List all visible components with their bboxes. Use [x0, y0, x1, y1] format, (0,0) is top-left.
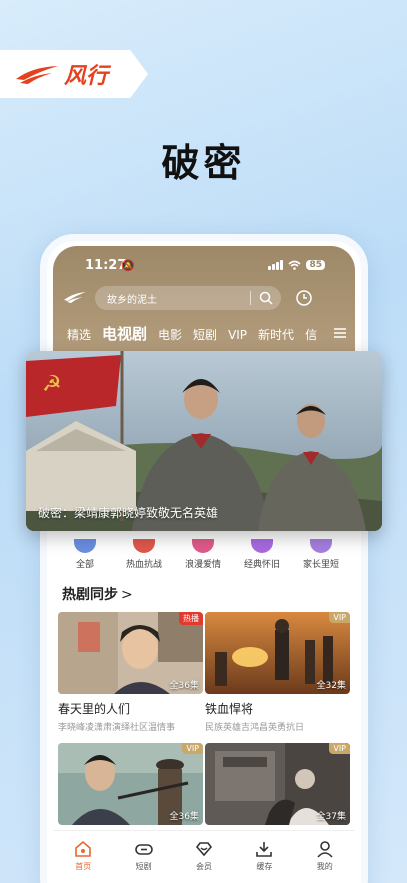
- category-family[interactable]: 家长里短: [291, 539, 351, 570]
- category-classic[interactable]: 经典怀旧: [232, 539, 292, 570]
- tab-vip[interactable]: VIP: [228, 328, 247, 342]
- header-area: 11:27 🔕 85 故乡的泥土 精选 电视剧 电影 短剧 VIP 新时代 信: [53, 246, 355, 356]
- section-title-trending[interactable]: 热剧同步 >: [62, 584, 133, 604]
- page-headline: 破密: [161, 141, 246, 185]
- episode-count: 全37集: [316, 812, 346, 822]
- download-icon: [256, 842, 273, 857]
- vip-badge: VIP: [182, 743, 203, 754]
- nav-home[interactable]: 首页: [58, 831, 108, 883]
- search-icon[interactable]: [258, 290, 274, 306]
- nav-label: 短剧: [135, 862, 152, 871]
- category-romance[interactable]: 浪漫爱情: [173, 539, 233, 570]
- drama-subtitle: 李晓峰凌潇肃演绎社区温情事: [58, 723, 176, 733]
- drama-thumbnail: VIP 全32集: [205, 612, 350, 694]
- tab-new-era[interactable]: 新时代: [258, 326, 294, 343]
- category-label: 浪漫爱情: [184, 560, 221, 570]
- mute-bell-icon: 🔕: [121, 259, 135, 272]
- hero-banner-caption: 破密：梁靖康郭晓婷致敬无名英雄: [38, 506, 219, 520]
- search-query: 故乡的泥土: [107, 295, 157, 306]
- episode-count: 全32集: [316, 681, 346, 691]
- nav-label: 首页: [75, 862, 92, 871]
- menu-icon[interactable]: [333, 327, 347, 339]
- drama-card[interactable]: 热播 全36集 春天里的人们 李晓峰凌潇肃演绎社区温情事: [58, 612, 203, 733]
- section-title-text: 热剧同步: [62, 587, 118, 603]
- tab-movies[interactable]: 电影: [158, 326, 182, 343]
- episode-count: 全36集: [169, 812, 199, 822]
- search-divider: [250, 291, 251, 305]
- status-icons: 85: [268, 260, 325, 270]
- bottom-navigation: 首页 短剧 会员 缓存 我的: [53, 830, 355, 883]
- brand-logo-icon: [16, 66, 58, 84]
- history-icon[interactable]: [295, 289, 313, 307]
- channel-tabs: 精选 电视剧 电影 短剧 VIP 新时代 信: [67, 323, 317, 345]
- nav-label: 缓存: [256, 862, 273, 871]
- category-row: 全部 热血抗战 浪漫爱情 经典怀旧 家长里短: [53, 539, 355, 573]
- tab-partial[interactable]: 信: [305, 326, 317, 343]
- svg-text:☭: ☭: [42, 372, 62, 397]
- tab-tv-series[interactable]: 电视剧: [102, 323, 147, 344]
- app-logo-icon[interactable]: [63, 291, 87, 303]
- vip-badge: VIP: [329, 743, 350, 754]
- brand-tab: 风行: [0, 50, 148, 98]
- episode-count: 全36集: [169, 681, 199, 691]
- hot-badge: 热播: [179, 612, 203, 625]
- drama-thumbnail: 热播 全36集: [58, 612, 203, 694]
- drama-card[interactable]: VIP 全32集 铁血悍将 民族英雄吉鸿昌英勇抗日: [205, 612, 350, 733]
- battery-level: 85: [306, 260, 325, 270]
- signal-icon: [268, 260, 284, 270]
- category-classic-icon: [251, 539, 273, 553]
- link-icon: [134, 844, 153, 855]
- nav-downloads[interactable]: 缓存: [239, 831, 289, 883]
- drama-thumbnail: VIP 全36集: [58, 743, 203, 825]
- category-label: 家长里短: [302, 560, 339, 570]
- wifi-icon: [288, 260, 302, 270]
- tab-featured[interactable]: 精选: [67, 326, 91, 343]
- nav-label: 会员: [195, 862, 212, 871]
- category-label: 经典怀旧: [243, 560, 280, 570]
- nav-membership[interactable]: 会员: [179, 831, 229, 883]
- diamond-icon: [195, 842, 212, 857]
- vip-badge: VIP: [329, 612, 350, 623]
- search-input[interactable]: 故乡的泥土: [95, 286, 281, 310]
- chevron-right-icon: >: [121, 587, 133, 603]
- drama-card[interactable]: VIP 全37集: [205, 743, 350, 825]
- home-icon: [75, 840, 91, 857]
- drama-subtitle: 民族英雄吉鸿昌英勇抗日: [205, 723, 305, 733]
- nav-profile[interactable]: 我的: [300, 831, 350, 883]
- nav-label: 我的: [316, 862, 333, 871]
- drama-card[interactable]: VIP 全36集: [58, 743, 203, 825]
- drama-title: 春天里的人们: [58, 702, 131, 716]
- category-label: 热血抗战: [125, 560, 162, 570]
- category-label: 全部: [75, 560, 94, 570]
- tab-short-drama[interactable]: 短剧: [193, 326, 217, 343]
- category-war[interactable]: 热血抗战: [114, 539, 174, 570]
- category-all-icon: [74, 539, 96, 553]
- phone-screen: 11:27 🔕 85 故乡的泥土 精选 电视剧 电影 短剧 VIP 新时代 信 …: [53, 246, 355, 883]
- search-row: 故乡的泥土: [63, 286, 345, 310]
- category-romance-icon: [192, 539, 214, 553]
- hero-banner[interactable]: ☭ 破密：梁靖康郭晓婷致敬无名英雄: [26, 351, 382, 531]
- category-all[interactable]: 全部: [55, 539, 115, 570]
- status-bar: 11:27 🔕 85: [53, 258, 355, 278]
- drama-title: 铁血悍将: [205, 702, 254, 716]
- drama-thumbnail: VIP 全37集: [205, 743, 350, 825]
- category-family-icon: [310, 539, 332, 553]
- nav-short-drama[interactable]: 短剧: [119, 831, 169, 883]
- category-war-icon: [133, 539, 155, 553]
- user-icon: [317, 841, 333, 858]
- brand-name: 风行: [64, 64, 109, 89]
